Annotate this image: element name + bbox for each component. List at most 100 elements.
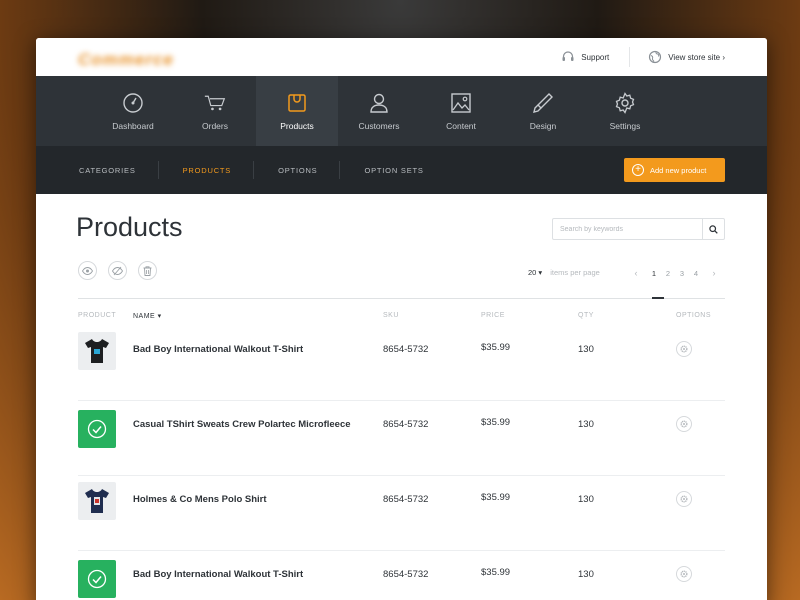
product-price: $35.99 [481,492,511,503]
product-name[interactable]: Bad Boy International Walkout T-Shirt [133,344,303,355]
check-circle-icon [87,419,107,439]
pagination: ‹ 1 2 3 4 › [625,268,725,278]
divider [78,297,725,299]
product-thumbnail-selected[interactable] [78,560,116,598]
nav-item-design[interactable]: Design [502,76,584,146]
nav-item-products[interactable]: Products [256,76,338,146]
store-logo[interactable]: Commerce [78,50,174,70]
table-row[interactable]: Bad Boy International Walkout T-Shirt 86… [78,326,725,401]
app-window: Commerce Support View store site › Dashb… [36,38,767,600]
nav-label: Orders [202,120,228,131]
divider [339,161,341,179]
cart-icon [204,92,226,114]
nav-label: Dashboard [112,120,154,131]
product-price: $35.99 [481,342,511,353]
row-options-button[interactable] [676,416,692,432]
check-circle-icon [87,569,107,589]
page-4[interactable]: 4 [689,269,703,278]
page-2[interactable]: 2 [661,269,675,278]
product-name[interactable]: Casual TShirt Sweats Crew Polartec Micro… [133,419,351,430]
gear-icon [680,570,688,578]
nav-item-content[interactable]: Content [420,76,502,146]
nav-label: Products [280,120,314,131]
row-options-button[interactable] [676,341,692,357]
per-page-select[interactable]: 20 ▾ [528,268,542,277]
nav-label: Design [529,120,557,131]
support-label: Support [581,52,610,62]
add-new-product-button[interactable]: + Add new product [624,158,725,182]
row-options-button[interactable] [676,491,692,507]
support-link[interactable]: Support [561,50,609,64]
add-button-label: Add new product [650,165,707,175]
nav-label: Customers [358,120,400,131]
user-icon [368,92,390,114]
dashboard-icon [122,92,144,114]
subnav-option-sets[interactable]: OPTION SETS [364,166,445,175]
product-sku: 8654-5732 [383,494,429,505]
nav-item-customers[interactable]: Customers [338,76,420,146]
search-icon [709,224,718,234]
page-3[interactable]: 3 [675,269,689,278]
product-thumbnail[interactable] [78,482,116,520]
headset-icon [561,50,575,64]
nav-item-settings[interactable]: Settings [584,76,666,146]
subnav-products[interactable]: PRODUCTS [183,166,254,175]
table-row[interactable]: Holmes & Co Mens Polo Shirt 8654-5732 $3… [78,476,725,551]
product-qty: 130 [578,344,594,355]
divider [157,161,159,179]
table-row[interactable]: Bad Boy International Walkout T-Shirt 86… [78,551,725,600]
per-page-label: items per page [550,268,600,277]
table-header: PRODUCT NAME ▾ SKU PRICE QTY OPTIONS [78,312,725,324]
product-price: $35.99 [481,567,511,578]
plus-icon: + [632,164,644,176]
product-qty: 130 [578,419,594,430]
main-nav: Dashboard Orders Products Customers Cont… [36,76,767,146]
delete-button[interactable] [138,261,157,280]
eye-icon [82,266,93,275]
search-button[interactable] [702,219,724,239]
page-title: Products [76,212,183,242]
table-row[interactable]: Casual TShirt Sweats Crew Polartec Micro… [78,401,725,476]
col-sku: SKU [383,312,399,319]
gear-icon [680,420,688,428]
subnav-categories[interactable]: CATEGORIES [79,166,158,175]
shopping-bag-icon [286,92,308,114]
gear-icon [680,495,688,503]
page-1[interactable]: 1 [647,269,661,278]
eye-slash-icon [112,266,123,275]
search-input[interactable] [553,225,702,233]
row-options-button[interactable] [676,566,692,582]
nav-label: Settings [609,120,641,131]
show-button[interactable] [78,261,97,280]
col-qty: QTY [578,312,594,319]
current-page-marker [652,297,664,299]
product-sku: 8654-5732 [383,419,429,430]
tshirt-icon [85,339,109,363]
image-icon [450,92,472,114]
product-thumbnail-selected[interactable] [78,410,116,448]
trash-icon [143,265,152,276]
product-thumbnail[interactable] [78,332,116,370]
view-store-link[interactable]: View store site › [648,50,725,64]
top-links: Support View store site › [561,38,725,76]
gear-icon [680,345,688,353]
product-name[interactable]: Holmes & Co Mens Polo Shirt [133,494,267,505]
next-page-button[interactable]: › [703,268,725,278]
search-box [552,218,725,240]
divider [253,161,255,179]
product-name[interactable]: Bad Boy International Walkout T-Shirt [133,569,303,580]
nav-label: Content [446,120,476,131]
gear-icon [614,91,636,114]
brush-icon [532,92,554,114]
nav-item-orders[interactable]: Orders [174,76,256,146]
view-store-label: View store site › [668,52,725,62]
tshirt-icon [85,489,109,513]
hide-button[interactable] [108,261,127,280]
prev-page-button[interactable]: ‹ [625,268,647,278]
col-name-sort[interactable]: NAME ▾ [133,312,162,320]
col-options: OPTIONS [676,312,712,319]
product-sku: 8654-5732 [383,344,429,355]
globe-icon [648,50,662,64]
subnav-options[interactable]: OPTIONS [278,166,339,175]
nav-item-dashboard[interactable]: Dashboard [92,76,174,146]
